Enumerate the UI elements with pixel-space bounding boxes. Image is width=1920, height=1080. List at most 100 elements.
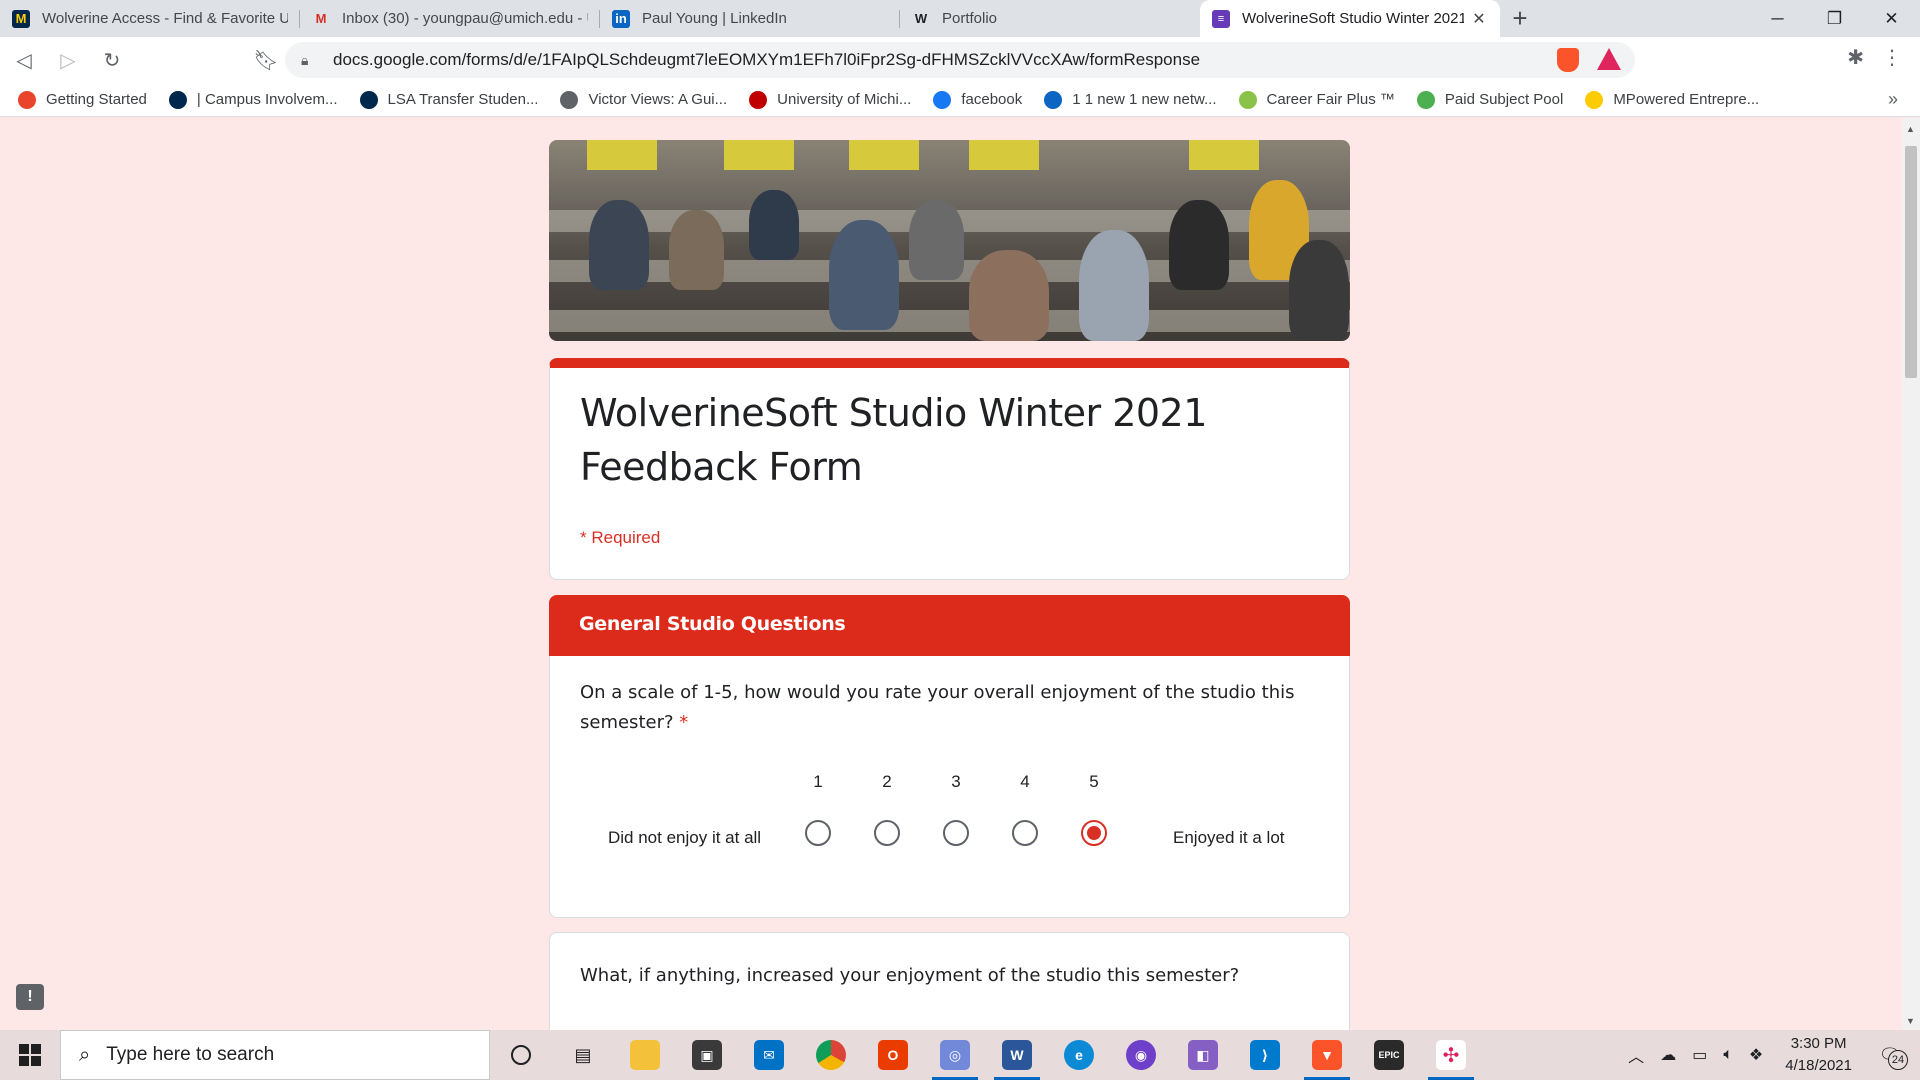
linear-scale: Did not enjoy it at all 1 2 3 4 5 Enjoye… [550,772,1349,882]
url-text[interactable]: docs.google.com/forms/d/e/1FAIpQLSchdeug… [333,50,1200,70]
extensions-icon[interactable]: ✱ [1847,45,1864,70]
close-window-button[interactable]: ✕ [1863,0,1920,37]
bookmark-label: Victor Views: A Gui... [588,91,728,108]
brave-shields-icon[interactable] [1557,48,1579,72]
word-icon[interactable]: W [986,1030,1048,1080]
dropbox-icon[interactable]: ❖ [1749,1045,1763,1065]
scale-radio-4[interactable] [1012,820,1038,846]
onedrive-icon[interactable]: ☁ [1660,1045,1676,1065]
scale-radio-5[interactable] [1081,820,1107,846]
tab-gmail[interactable]: M Inbox (30) - youngpau@umich.edu - U [300,0,600,37]
scale-radio-3[interactable] [943,820,969,846]
scroll-up-icon[interactable]: ▲ [1906,124,1915,134]
notification-center-icon[interactable]: 🗨︎24 [1870,1038,1910,1072]
question-label: What, if anything, increased your enjoym… [580,965,1240,986]
brave-icon[interactable]: ▼ [1296,1030,1358,1080]
browser-menu-icon[interactable]: ⋮ [1882,45,1902,70]
bookmark-item[interactable]: 1 1 new 1 new netw... [1044,90,1217,109]
reload-button[interactable]: ↻ [92,40,132,80]
linkedin-icon: in [612,9,630,28]
chrome-icon[interactable] [800,1030,862,1080]
bookmark-label: Career Fair Plus ™ [1266,91,1395,108]
epic-games-icon[interactable]: EPIC [1358,1030,1420,1080]
brave-rewards-icon[interactable] [1597,48,1621,70]
scale-radio-2[interactable] [874,820,900,846]
scale-number-4: 4 [1020,772,1030,791]
required-note: * Required [580,528,661,547]
search-icon: ⌕ [79,1043,91,1066]
browser-toolbar: ◁ ▷ ↻ 🔖︎ 🔒︎ docs.google.com/forms/d/e/1F… [0,37,1920,83]
bookmark-item[interactable]: MPowered Entrepre... [1585,90,1760,109]
bookmark-item[interactable]: Paid Subject Pool [1416,90,1563,109]
bookmark-item[interactable]: LSA Transfer Studen... [359,90,538,109]
close-tab-icon[interactable]: ✕ [1470,9,1488,29]
bookmark-item[interactable]: University of Michi... [749,90,911,109]
wix-icon: W [914,11,928,26]
bookmark-item[interactable]: Victor Views: A Gui... [560,90,728,109]
tab-title: Inbox (30) - youngpau@umich.edu - U [342,10,588,27]
form-title: WolverineSoft Studio Winter 2021 Feedbac… [580,391,1207,489]
form-page: WolverineSoft Studio Winter 2021 Feedbac… [0,118,1920,1030]
page-scrollbar[interactable]: ▲ ▼ [1902,118,1920,1030]
windows-logo-icon [19,1044,41,1066]
task-view-icon[interactable]: ▤ [552,1030,614,1080]
bookmark-item[interactable]: Getting Started [18,90,147,109]
chevron-up-icon[interactable]: ︿ [1628,1043,1644,1067]
section-header: General Studio Questions [549,595,1350,656]
scroll-down-icon[interactable]: ▼ [1906,1016,1915,1026]
slack-icon[interactable]: ✣ [1420,1030,1482,1080]
bookmark-icon[interactable]: 🔖︎ [246,40,286,80]
battery-icon[interactable]: ▭ [1692,1045,1707,1065]
tab-title: Paul Young | LinkedIn [642,10,787,27]
bookmark-label: MPowered Entrepre... [1613,91,1760,108]
tab-wolverine-access[interactable]: M Wolverine Access - Find & Favorite Ur [0,0,300,37]
question-enjoyment-rating: On a scale of 1-5, how would you rate yo… [549,656,1350,918]
system-tray: ︿ ☁ ▭ 🔈︎ ❖ 3:30 PM 4/18/2021 🗨︎24 [1620,1030,1920,1080]
question-increased-enjoyment: What, if anything, increased your enjoym… [549,932,1350,1030]
windows-taskbar: ⌕ Type here to search ▤ ▣ ✉ O ◎ W e ◉ ◧ … [0,1030,1920,1080]
office-icon[interactable]: O [862,1030,924,1080]
restore-button[interactable]: ❐ [1806,0,1863,37]
scale-low-label: Did not enjoy it at all [608,828,762,847]
bookmark-favicon-icon [18,90,36,109]
scale-radio-1[interactable] [805,820,831,846]
visual-studio-icon[interactable]: ◧ [1172,1030,1234,1080]
bookmark-label: facebook [961,91,1023,108]
scrollbar-thumb[interactable] [1905,146,1917,378]
start-button[interactable] [0,1030,60,1080]
tab-strip: M Wolverine Access - Find & Favorite Ur … [0,0,1920,37]
address-bar[interactable]: 🔒︎ docs.google.com/forms/d/e/1FAIpQLSchd… [285,42,1635,78]
minimize-button[interactable]: ─ [1749,0,1806,37]
new-tab-button[interactable]: + [1500,0,1540,37]
report-feedback-icon[interactable]: ! [16,984,44,1010]
bookmarks-overflow-icon[interactable]: » [1888,89,1898,110]
scale-high-label: Enjoyed it a lot [1173,828,1285,847]
tab-portfolio[interactable]: W Portfolio [900,0,1200,37]
taskbar-search[interactable]: ⌕ Type here to search [60,1030,490,1080]
discord-icon[interactable]: ◎ [924,1030,986,1080]
forward-button[interactable]: ▷ [48,40,88,80]
google-forms-icon: ≡ [1212,9,1230,28]
tab-title: Portfolio [942,10,998,27]
bookmark-item[interactable]: Career Fair Plus ™ [1238,90,1395,109]
bookmark-item[interactable]: | Campus Involvem... [168,90,338,109]
vscode-icon[interactable]: ⟩ [1234,1030,1296,1080]
cortana-icon[interactable] [490,1030,552,1080]
github-desktop-icon[interactable]: ◉ [1110,1030,1172,1080]
lock-icon: 🔒︎ [301,51,309,68]
tab-feedback-form[interactable]: ≡ WolverineSoft Studio Winter 2021 ✕ [1200,0,1500,37]
file-explorer-icon[interactable] [614,1030,676,1080]
edge-icon[interactable]: e [1048,1030,1110,1080]
form-title-card: WolverineSoft Studio Winter 2021 Feedbac… [549,358,1350,580]
tab-linkedin[interactable]: in Paul Young | LinkedIn [600,0,900,37]
bookmark-item[interactable]: facebook [933,90,1023,109]
store-icon[interactable]: ▣ [676,1030,738,1080]
back-button[interactable]: ◁ [4,40,44,80]
clock[interactable]: 3:30 PM 4/18/2021 [1785,1033,1852,1077]
volume-icon[interactable]: 🔈︎ [1723,1046,1733,1064]
gmail-icon: M [315,11,327,26]
scale-number-2: 2 [882,772,892,791]
bookmarks-bar: Getting Started | Campus Involvem... LSA T… [0,83,1920,117]
search-placeholder: Type here to search [106,1044,275,1065]
mail-icon[interactable]: ✉ [738,1030,800,1080]
